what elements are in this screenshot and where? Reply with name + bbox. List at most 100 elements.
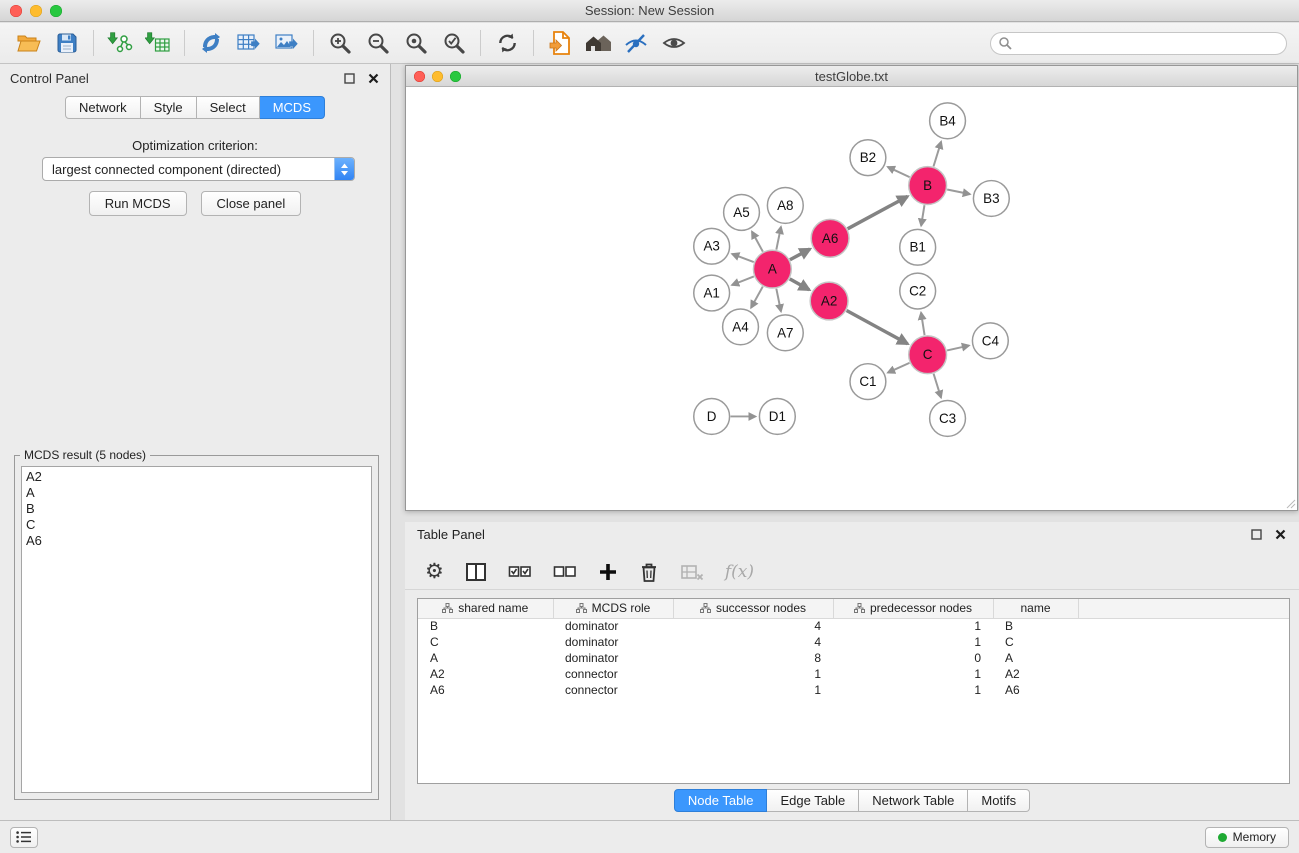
graph-node-B[interactable]: B [909,167,947,205]
import-table-button[interactable] [139,27,177,59]
mcds-result-item[interactable]: A6 [26,533,367,549]
graph-edge-A-A7[interactable] [776,289,781,312]
graph-node-C1[interactable]: C1 [850,364,886,400]
table-row[interactable]: Adominator80A [418,650,1289,666]
tab-network[interactable]: Network [65,96,141,119]
graph-edge-B-B1[interactable] [921,205,924,225]
graph-node-A4[interactable]: A4 [723,309,759,345]
mcds-result-item[interactable]: A2 [26,469,367,485]
table-close-panel-button[interactable] [1273,527,1287,541]
graph-edge-A6-B[interactable] [848,196,908,228]
delete-column-button[interactable] [680,563,704,581]
graph-node-C3[interactable]: C3 [930,401,966,437]
graph-node-C2[interactable]: C2 [900,273,936,309]
column-header-mcds-role[interactable]: MCDS role [553,599,673,618]
table-row[interactable]: A6connector11A6 [418,682,1289,698]
resize-grip-icon[interactable] [1284,497,1296,509]
tab-select[interactable]: Select [197,96,260,119]
graph-node-B1[interactable]: B1 [900,229,936,265]
graph-edge-A-A3[interactable] [732,254,754,262]
zoom-fit-button[interactable] [397,27,435,59]
mcds-result-list[interactable]: A2ABCA6 [21,466,372,793]
graph-node-A7[interactable]: A7 [767,315,803,351]
select-all-button[interactable] [508,563,532,581]
graph-node-B2[interactable]: B2 [850,140,886,176]
graph-edge-A-A2[interactable] [790,279,809,290]
network-canvas[interactable]: B4 B2 B B3 A5A8A6 A3 B1 A C2 A1 A2 A4A7 C4 C C1 C3 D D1 [407,88,1296,509]
column-header-successor-nodes[interactable]: successor nodes [673,599,833,618]
zoom-selected-button[interactable] [435,27,473,59]
graph-edge-C-C4[interactable] [947,346,969,351]
graph-node-A2[interactable]: A2 [810,282,848,320]
add-row-button[interactable] [598,562,618,582]
run-mcds-button[interactable]: Run MCDS [89,191,187,216]
save-session-button[interactable] [48,27,86,59]
search-input[interactable] [990,32,1287,55]
column-header-name[interactable]: name [993,599,1078,618]
close-panel-push-button[interactable]: Close panel [201,191,302,216]
column-header-predecessor-nodes[interactable]: predecessor nodes [833,599,993,618]
open-file-button[interactable] [10,27,48,59]
graph-edge-A-A5[interactable] [752,232,763,252]
mcds-result-item[interactable]: C [26,517,367,533]
graph-node-D1[interactable]: D1 [759,399,795,435]
graph-edge-A2-C[interactable] [847,311,908,344]
delete-row-button[interactable] [639,561,659,583]
table-settings-button[interactable]: ⚙ [425,561,444,582]
graph-edge-C-C3[interactable] [934,374,941,398]
float-panel-button[interactable] [342,71,356,85]
table-cell: C [993,634,1078,650]
criterion-dropdown[interactable]: largest connected component (directed) [42,157,355,181]
mcds-result-item[interactable]: A [26,485,367,501]
graph-node-C[interactable]: C [909,336,947,374]
graph-edge-C-C1[interactable] [888,363,910,373]
new-network-button[interactable] [192,27,230,59]
memory-button[interactable]: Memory [1205,827,1289,848]
new-table-button[interactable] [230,27,268,59]
graph-node-A[interactable]: A [753,250,791,288]
task-history-button[interactable] [10,827,38,848]
graph-node-B4[interactable]: B4 [930,103,966,139]
table-row[interactable]: A2connector11A2 [418,666,1289,682]
import-network-button[interactable] [101,27,139,59]
table-float-panel-button[interactable] [1249,527,1263,541]
home-button[interactable] [579,27,617,59]
graph-edge-A-A1[interactable] [732,276,754,285]
tab-node-table[interactable]: Node Table [674,789,768,812]
close-panel-button[interactable] [366,71,380,85]
table-row[interactable]: Cdominator41C [418,634,1289,650]
tab-style[interactable]: Style [141,96,197,119]
graph-edge-A-A4[interactable] [751,287,763,308]
function-builder-button[interactable]: f(x) [725,562,754,582]
export-image-button[interactable] [268,27,306,59]
graph-node-A3[interactable]: A3 [694,228,730,264]
column-header-shared-name[interactable]: shared name [418,599,553,618]
graph-node-C4[interactable]: C4 [972,323,1008,359]
zoom-out-button[interactable] [359,27,397,59]
table-row[interactable]: Bdominator41B [418,618,1289,634]
zoom-in-button[interactable] [321,27,359,59]
tab-edge-table[interactable]: Edge Table [767,789,859,812]
graph-node-A1[interactable]: A1 [694,275,730,311]
hide-graphics-details-button[interactable] [617,27,655,59]
graph-node-B3[interactable]: B3 [973,181,1009,217]
graph-edge-B-B2[interactable] [888,167,910,177]
graph-node-A8[interactable]: A8 [767,188,803,224]
graph-edge-B-B4[interactable] [933,142,941,167]
tab-network-table[interactable]: Network Table [859,789,968,812]
graph-edge-A-A8[interactable] [776,227,781,250]
tab-mcds[interactable]: MCDS [260,96,325,119]
graph-node-D[interactable]: D [694,399,730,435]
open-session-button[interactable] [541,27,579,59]
mcds-result-item[interactable]: B [26,501,367,517]
graph-edge-C-C2[interactable] [921,313,924,335]
tab-motifs[interactable]: Motifs [968,789,1030,812]
graph-node-A6[interactable]: A6 [811,219,849,257]
show-columns-button[interactable] [465,562,487,582]
graph-node-A5[interactable]: A5 [724,194,760,230]
graph-edge-A-A6[interactable] [790,249,810,260]
unselect-all-button[interactable] [553,563,577,581]
show-graphics-details-button[interactable] [655,27,693,59]
graph-edge-B-B3[interactable] [947,189,970,194]
refresh-button[interactable] [488,27,526,59]
